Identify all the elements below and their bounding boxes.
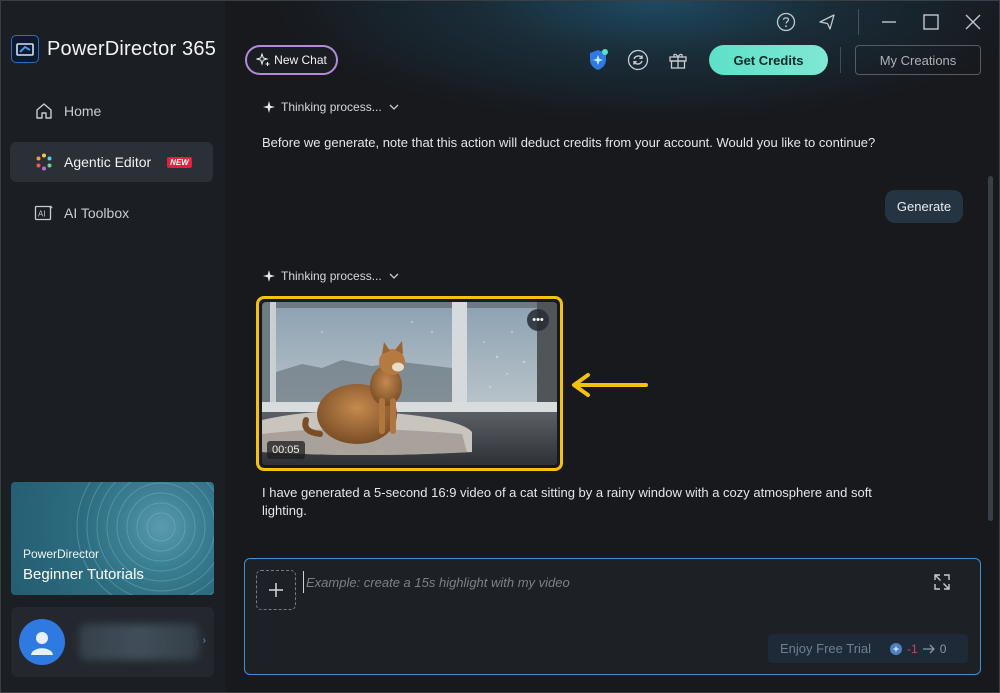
new-chat-button[interactable]: New Chat — [245, 45, 338, 75]
help-icon[interactable] — [774, 10, 798, 34]
prompt-input[interactable] — [303, 571, 903, 593]
video-preview: ••• 00:05 — [262, 302, 557, 465]
chevron-down-icon — [389, 273, 399, 279]
add-media-button[interactable] — [256, 570, 296, 610]
thinking-process-toggle[interactable]: Thinking process... — [263, 269, 400, 283]
app-title: PowerDirector 365 — [47, 37, 217, 60]
account-card[interactable]: › — [11, 607, 214, 677]
sidebar: PowerDirector 365 Home Agentic Editor NE… — [1, 1, 225, 692]
gift-icon[interactable] — [665, 47, 691, 73]
sparkle-icon — [263, 270, 275, 282]
thinking-label: Thinking process... — [281, 269, 382, 283]
avatar — [19, 619, 65, 665]
maximize-icon[interactable] — [919, 10, 943, 34]
prompt-composer: Enjoy Free Trial -1 0 — [244, 558, 981, 675]
chevron-down-icon — [389, 104, 399, 110]
toolbar-divider — [840, 47, 841, 73]
close-icon[interactable] — [961, 10, 985, 34]
more-options-icon[interactable]: ••• — [527, 309, 549, 331]
chevron-right-icon: › — [202, 635, 206, 646]
credit-from: -1 — [907, 641, 918, 656]
powerdirector-logo-icon — [11, 35, 39, 63]
window-controls — [774, 9, 985, 35]
promo-title: Beginner Tutorials — [23, 566, 144, 583]
thinking-process-toggle[interactable]: Thinking process... — [263, 100, 400, 114]
free-trial-label: Enjoy Free Trial — [780, 641, 872, 656]
arrow-right-icon — [922, 644, 935, 653]
home-icon — [34, 101, 54, 121]
chat-scrollbar[interactable] — [988, 176, 993, 521]
sparkle-plus-icon — [256, 53, 270, 66]
window-controls-divider — [858, 9, 859, 35]
sidebar-item-label: AI Toolbox — [64, 205, 130, 221]
sidebar-item-agentic-editor[interactable]: Agentic Editor NEW — [10, 142, 213, 182]
sidebar-item-label: Home — [64, 103, 102, 119]
account-name-blurred — [79, 624, 199, 660]
video-duration: 00:05 — [267, 441, 305, 459]
app-window: PowerDirector 365 Home Agentic Editor NE… — [0, 0, 1000, 693]
credit-to: 0 — [939, 641, 947, 656]
new-badge: NEW — [167, 156, 192, 168]
highlight-arrow-annotation — [572, 373, 648, 397]
new-chat-label: New Chat — [274, 53, 327, 67]
plus-icon — [269, 583, 283, 597]
credit-cost: -1 0 — [889, 642, 946, 656]
sidebar-item-home[interactable]: Home — [10, 91, 213, 131]
minimize-icon[interactable] — [877, 10, 901, 34]
assistant-message: Before we generate, note that this actio… — [262, 135, 876, 150]
beginner-tutorials-card[interactable]: PowerDirector Beginner Tutorials — [11, 482, 214, 595]
shield-badge-icon[interactable] — [585, 47, 611, 73]
expand-icon[interactable] — [931, 571, 953, 593]
sidebar-item-ai-toolbox[interactable]: AI AI Toolbox — [10, 193, 213, 233]
svg-text:AI: AI — [38, 210, 46, 219]
sync-icon[interactable] — [625, 47, 651, 73]
announcement-icon[interactable] — [816, 10, 840, 34]
sparkle-color-icon — [34, 152, 54, 172]
promo-subtitle: PowerDirector — [23, 547, 100, 561]
sparkle-icon — [263, 101, 275, 113]
credit-coin-icon — [890, 642, 903, 655]
get-credits-button[interactable]: Get Credits — [709, 45, 828, 75]
sidebar-item-label: Agentic Editor — [64, 154, 152, 170]
assistant-message: I have generated a 5-second 16:9 video o… — [262, 485, 872, 518]
user-message-bubble: Generate — [885, 190, 963, 223]
enjoy-free-trial-button[interactable]: Enjoy Free Trial -1 0 — [768, 634, 968, 663]
cat-by-window-image — [262, 302, 557, 465]
brand: PowerDirector 365 — [11, 35, 216, 63]
user-icon — [31, 632, 53, 655]
main-panel: New Chat Get Credits My Creations Thinki… — [225, 1, 999, 692]
my-creations-button[interactable]: My Creations — [855, 45, 981, 75]
generated-video-thumbnail[interactable]: ••• 00:05 — [256, 296, 563, 471]
ai-toolbox-icon: AI — [34, 203, 54, 223]
thinking-label: Thinking process... — [281, 100, 382, 114]
